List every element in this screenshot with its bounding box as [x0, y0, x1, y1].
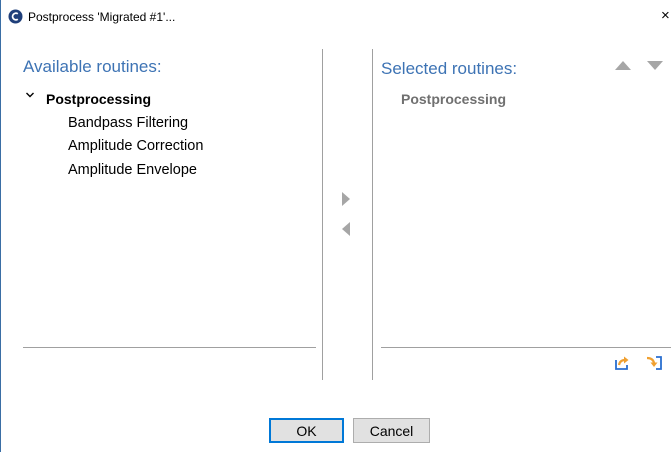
title-bar: Postprocess 'Migrated #1'... × [1, 0, 671, 30]
divider [23, 347, 316, 348]
window-border [0, 0, 1, 452]
close-icon[interactable]: × [661, 7, 670, 24]
import-icon[interactable] [646, 355, 663, 371]
routine-item[interactable]: Amplitude Envelope [68, 162, 197, 178]
routine-item[interactable]: Bandpass Filtering [68, 115, 188, 131]
divider [372, 49, 373, 380]
app-logo-icon [8, 9, 23, 24]
cancel-button[interactable]: Cancel [353, 418, 430, 443]
chevron-down-icon[interactable] [25, 90, 35, 100]
selected-routines-heading: Selected routines: [381, 59, 518, 78]
divider [322, 49, 323, 380]
routine-item[interactable]: Amplitude Correction [68, 138, 203, 154]
window-title: Postprocess 'Migrated #1'... [28, 10, 176, 24]
tree-node-label: Postprocessing [46, 91, 152, 107]
arrow-down-icon[interactable] [647, 61, 663, 70]
arrow-up-icon[interactable] [615, 61, 631, 70]
arrow-left-icon[interactable] [342, 222, 350, 236]
arrow-right-icon[interactable] [342, 192, 350, 206]
selected-routine-item[interactable]: Postprocessing [401, 91, 506, 107]
divider [381, 347, 671, 348]
available-routines-heading: Available routines: [23, 57, 162, 76]
ok-button[interactable]: OK [269, 418, 344, 443]
export-icon[interactable] [614, 355, 630, 371]
